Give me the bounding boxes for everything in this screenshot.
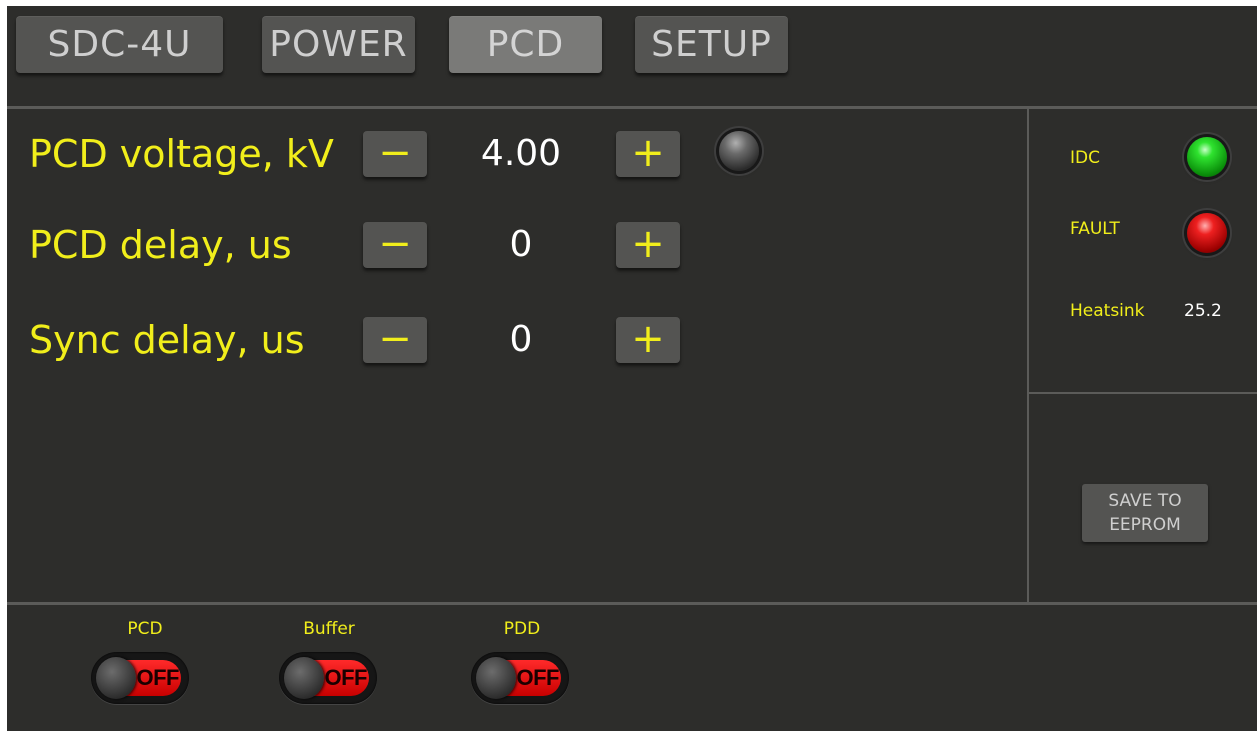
heatsink-value: 25.2 [1184,301,1222,321]
pcd-toggle-state: OFF [136,665,180,690]
heatsink-label: Heatsink [1070,301,1145,321]
save-button-line2: EEPROM [1109,515,1181,535]
header-divider [7,106,1257,109]
pcd-voltage-value: 4.00 [480,133,562,174]
side-panel-divider [1027,109,1029,602]
buffer-toggle-state: OFF [324,665,368,690]
pcd-toggle-label: PCD [127,619,163,639]
idc-label: IDC [1070,148,1100,168]
fault-label: FAULT [1070,219,1120,239]
sync-delay-decrease-button[interactable]: − [363,317,427,363]
pcd-delay-increase-button[interactable]: + [616,222,680,268]
sync-delay-value: 0 [509,319,533,360]
pcd-toggle-switch[interactable]: OFF [91,652,189,704]
save-to-eeprom-button[interactable]: SAVE TO EEPROM [1082,484,1208,542]
footer-divider [7,602,1257,605]
pcd-delay-label: PCD delay, us [29,223,292,267]
pcd-voltage-label: PCD voltage, kV [29,132,334,176]
tab-setup[interactable]: SETUP [635,16,788,73]
toggle-knob-icon [284,657,324,699]
app-screen: SDC-4U POWER PCD SETUP PCD voltage, kV −… [7,6,1257,731]
tab-pcd[interactable]: PCD [449,16,602,73]
idc-led-icon [1187,137,1227,177]
tab-sdc-4u[interactable]: SDC-4U [16,16,223,73]
pcd-voltage-increase-button[interactable]: + [616,131,680,177]
pdd-toggle-state: OFF [516,665,560,690]
toggle-knob-icon [476,657,516,699]
pdd-toggle-label: PDD [503,619,541,639]
save-button-line1: SAVE TO [1108,491,1182,511]
toggle-knob-icon [96,657,136,699]
pcd-delay-value: 0 [509,224,533,265]
fault-led-icon [1187,213,1227,253]
buffer-toggle-switch[interactable]: OFF [279,652,377,704]
sync-delay-increase-button[interactable]: + [616,317,680,363]
pcd-delay-decrease-button[interactable]: − [363,222,427,268]
tab-power[interactable]: POWER [262,16,415,73]
buffer-toggle-label: Buffer [303,619,355,639]
sync-delay-label: Sync delay, us [29,318,305,362]
pcd-voltage-decrease-button[interactable]: − [363,131,427,177]
side-panel-split [1029,392,1257,394]
voltage-status-led-icon [719,131,759,171]
pdd-toggle-switch[interactable]: OFF [471,652,569,704]
